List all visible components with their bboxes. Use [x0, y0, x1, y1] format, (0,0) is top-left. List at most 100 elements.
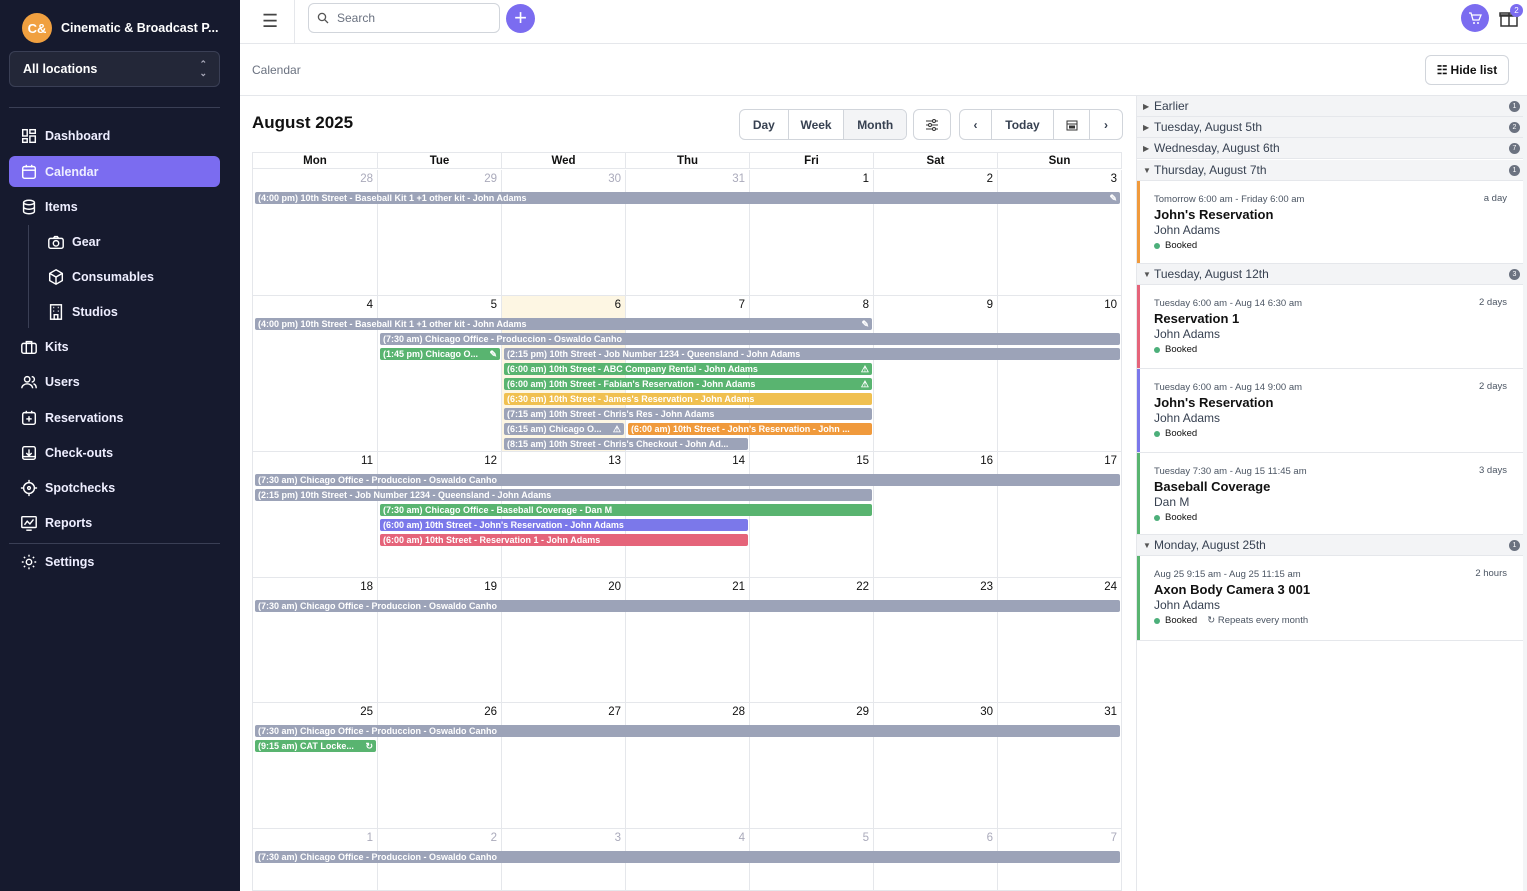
nav-studios[interactable]: Studios: [36, 296, 220, 327]
prev-button[interactable]: ‹: [960, 110, 992, 139]
list-group-header[interactable]: ▼ Monday, August 25th 1: [1137, 535, 1524, 556]
nav-kits-label: Kits: [45, 339, 69, 354]
nav-items[interactable]: Items: [9, 191, 220, 222]
list-item[interactable]: Aug 25 9:15 am - Aug 25 11:15 am 2 hours A…: [1137, 556, 1524, 641]
list-item[interactable]: Tuesday 6:00 am - Aug 14 6:30 am 2 days Re…: [1137, 285, 1524, 369]
calendar-event[interactable]: (1:45 pm) Chicago O... ✎: [380, 348, 500, 360]
calendar-event[interactable]: (7:30 am) Chicago Office - Baseball Cove…: [380, 504, 872, 516]
breadcrumb[interactable]: Calendar: [252, 63, 301, 77]
calendar-event[interactable]: (2:15 pm) 10th Street - Job Number 1234 …: [504, 348, 1120, 360]
day-cell[interactable]: 17: [998, 452, 1122, 578]
day-cell[interactable]: 29: [378, 170, 502, 296]
calendar-event[interactable]: (7:30 am) Chicago Office - Produccion - …: [255, 851, 1120, 863]
day-cell[interactable]: 20: [502, 578, 626, 703]
calendar-event[interactable]: (6:00 am) 10th Street - ABC Company Rent…: [504, 363, 872, 375]
day-cell[interactable]: 30: [874, 703, 998, 829]
list-group-header[interactable]: ▶ Tuesday, August 5th 2: [1137, 117, 1524, 138]
calendar-event[interactable]: (6:30 am) 10th Street - James's Reservat…: [504, 393, 872, 405]
day-cell[interactable]: 28: [253, 170, 378, 296]
day-cell[interactable]: 10: [998, 296, 1122, 452]
event-label: (6:30 am) 10th Street - James's Reservat…: [507, 394, 755, 404]
calendar-event[interactable]: (6:00 am) 10th Street - Fabian's Reserva…: [504, 378, 872, 390]
day-cell[interactable]: 27: [502, 703, 626, 829]
day-cell[interactable]: 23: [874, 578, 998, 703]
hide-list-button[interactable]: ☷ Hide list: [1425, 55, 1509, 85]
list-group-header[interactable]: ▶ Earlier 1: [1137, 96, 1524, 117]
status-badge: Booked: [1154, 240, 1197, 251]
calendar-event[interactable]: (7:30 am) Chicago Office - Produccion - …: [255, 474, 1120, 486]
calendar-event[interactable]: (7:15 am) 10th Street - Chris's Res - Jo…: [504, 408, 872, 420]
next-button[interactable]: ›: [1090, 110, 1122, 139]
nav-spotchecks[interactable]: Spotchecks: [9, 472, 220, 503]
scrollbar[interactable]: [1523, 96, 1527, 891]
day-cell[interactable]: 16: [874, 452, 998, 578]
day-cell[interactable]: 30: [502, 170, 626, 296]
search-input[interactable]: Search: [308, 3, 500, 33]
day-cell[interactable]: 2: [874, 170, 998, 296]
day-cell[interactable]: 18: [253, 578, 378, 703]
add-button[interactable]: +: [506, 4, 535, 33]
weekday-header: Fri: [750, 152, 874, 169]
calendar-event[interactable]: (6:15 am) Chicago O... ⚠: [504, 423, 624, 435]
nav-gear[interactable]: Gear: [36, 226, 220, 257]
nav-users[interactable]: Users: [9, 366, 220, 397]
day-number: 7: [1110, 832, 1117, 844]
day-cell[interactable]: 9: [874, 296, 998, 452]
calendar-event[interactable]: (9:15 am) CAT Locke... ↻: [255, 740, 376, 752]
calendar-event[interactable]: (6:00 am) 10th Street - John's Reservati…: [628, 423, 872, 435]
menu-icon[interactable]: ☰: [262, 11, 278, 32]
list-group-header[interactable]: ▼ Thursday, August 7th 1: [1137, 160, 1524, 181]
calendar-event[interactable]: (4:00 pm) 10th Street - Baseball Kit 1 +…: [255, 318, 872, 330]
day-cell[interactable]: 29: [750, 703, 874, 829]
nav-checkouts[interactable]: Check-outs: [9, 437, 220, 468]
calendar-event[interactable]: (8:15 am) 10th Street - Chris's Checkout…: [504, 438, 748, 450]
day-cell[interactable]: 3: [998, 170, 1122, 296]
today-button[interactable]: Today: [992, 110, 1054, 139]
item-duration: a day: [1483, 193, 1507, 204]
list-group-header[interactable]: ▼ Tuesday, August 12th 3: [1137, 264, 1524, 285]
nav-consumables[interactable]: Consumables: [36, 261, 220, 292]
day-cell[interactable]: 21: [626, 578, 750, 703]
view-week-button[interactable]: Week: [789, 110, 845, 139]
nav-reports[interactable]: Reports: [9, 507, 220, 538]
filter-button[interactable]: [913, 109, 951, 140]
list-item[interactable]: Tuesday 7:30 am - Aug 15 11:45 am 3 days B…: [1137, 453, 1524, 535]
nav-calendar[interactable]: Calendar: [9, 156, 220, 187]
list-group-header[interactable]: ▶ Wednesday, August 6th 7: [1137, 138, 1524, 159]
day-cell[interactable]: 11: [253, 452, 378, 578]
cart-button[interactable]: [1461, 4, 1489, 32]
calendar-event[interactable]: (7:30 am) Chicago Office - Produccion - …: [255, 725, 1120, 737]
view-month-button[interactable]: Month: [844, 110, 906, 139]
date-picker-button[interactable]: [1054, 110, 1090, 139]
nav-dashboard[interactable]: Dashboard: [9, 120, 220, 151]
day-cell[interactable]: 25: [253, 703, 378, 829]
calendar-event[interactable]: (7:30 am) Chicago Office - Produccion - …: [255, 600, 1120, 612]
location-select[interactable]: All locations ⌃ ⌄: [9, 51, 220, 87]
status-label: Booked: [1165, 615, 1198, 626]
calendar-event[interactable]: (6:00 am) 10th Street - Reservation 1 - …: [380, 534, 748, 546]
item-user: Dan M: [1154, 495, 1190, 509]
calendar-event[interactable]: (6:00 am) 10th Street - John's Reservati…: [380, 519, 748, 531]
day-cell[interactable]: 28: [626, 703, 750, 829]
day-cell[interactable]: 31: [998, 703, 1122, 829]
day-cell[interactable]: 26: [378, 703, 502, 829]
calendar-event[interactable]: (2:15 pm) 10th Street - Job Number 1234 …: [255, 489, 872, 501]
nav-kits[interactable]: Kits: [9, 331, 220, 362]
day-cell[interactable]: 24: [998, 578, 1122, 703]
day-cell[interactable]: 31: [626, 170, 750, 296]
list-item[interactable]: Tomorrow 6:00 am - Friday 6:00 am a day Jo…: [1137, 181, 1524, 264]
org-switcher[interactable]: C& Cinematic & Broadcast P...: [22, 13, 218, 43]
calendar-event[interactable]: (7:30 am) Chicago Office - Produccion - …: [380, 333, 1120, 345]
status-color-bar: [1137, 285, 1140, 368]
day-number: 3: [614, 832, 621, 844]
list-item[interactable]: Tuesday 6:00 am - Aug 14 9:00 am 2 days Jo…: [1137, 369, 1524, 453]
view-day-button[interactable]: Day: [740, 110, 789, 139]
nav-settings[interactable]: Settings: [9, 546, 220, 577]
day-cell[interactable]: 22: [750, 578, 874, 703]
day-cell[interactable]: 1: [750, 170, 874, 296]
nav-reservations[interactable]: Reservations: [9, 402, 220, 433]
calendar-event[interactable]: (4:00 pm) 10th Street - Baseball Kit 1 +…: [255, 192, 1120, 204]
day-cell[interactable]: 19: [378, 578, 502, 703]
caret-down-icon: ▼: [1143, 165, 1151, 175]
caret-right-icon: ▶: [1143, 143, 1150, 153]
